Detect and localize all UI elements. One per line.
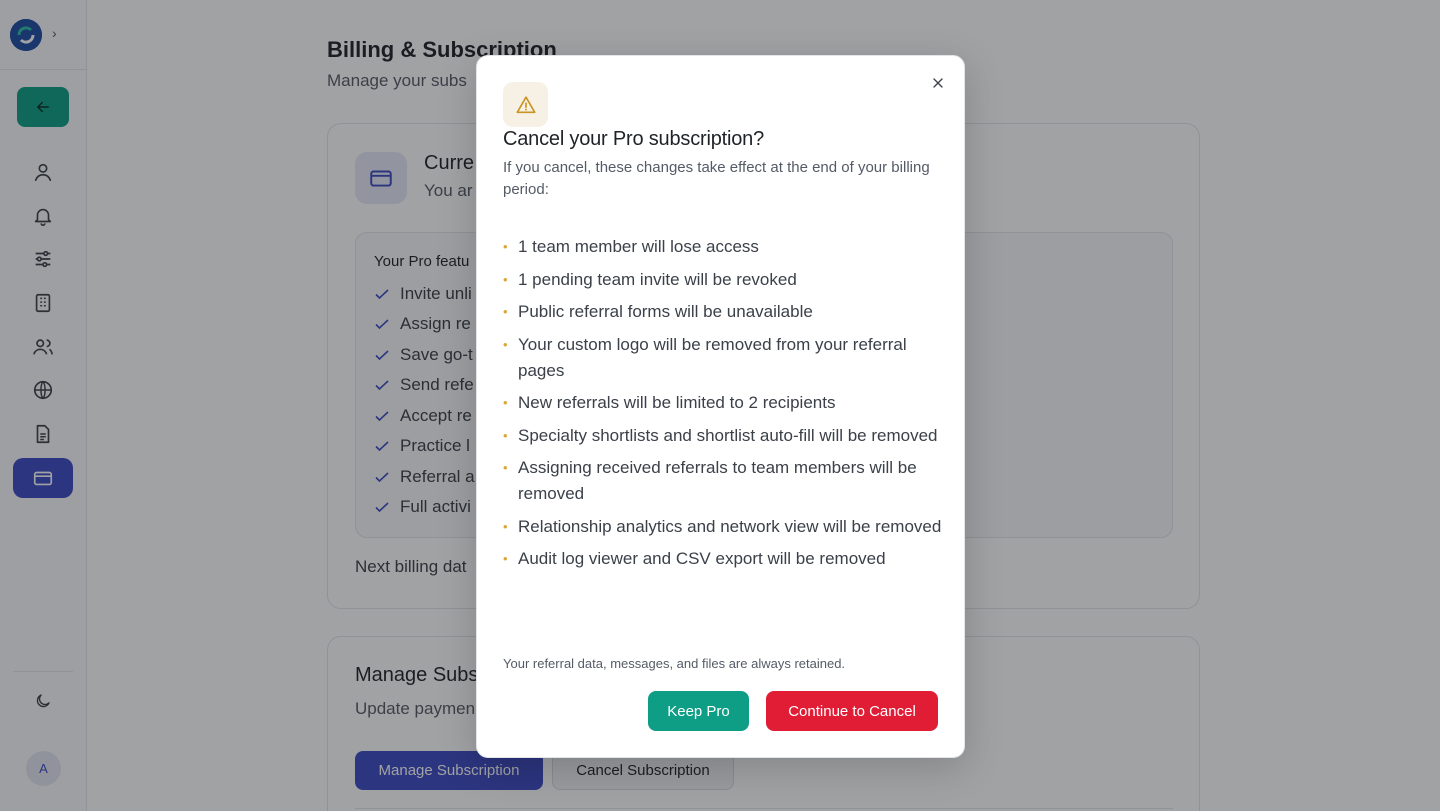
change-text: Your custom logo will be removed from yo… — [518, 334, 907, 380]
list-item: • Specialty shortlists and shortlist auto… — [503, 423, 943, 449]
dialog-title: Cancel your Pro subscription? — [503, 128, 764, 150]
bullet-icon: • — [503, 239, 508, 254]
change-text: Audit log viewer and CSV export will be … — [518, 549, 886, 568]
close-icon — [933, 78, 943, 88]
continue-to-cancel-button[interactable]: Continue to Cancel — [766, 691, 938, 731]
change-text: 1 team member will lose access — [518, 237, 759, 256]
bullet-icon: • — [503, 395, 508, 410]
list-item: • 1 team member will lose access — [503, 234, 943, 260]
bullet-icon: • — [503, 518, 508, 534]
changes-list: • 1 team member will lose access • 1 pendi… — [503, 234, 943, 579]
bullet-icon: • — [503, 271, 508, 287]
list-item: • Audit log viewer and CSV export will be… — [503, 546, 943, 572]
change-text: Assigning received referrals to team mem… — [518, 458, 917, 503]
bullet-icon: • — [503, 304, 508, 319]
change-text: Specialty shortlists and shortlist auto-… — [518, 425, 938, 445]
warning-icon — [515, 95, 536, 113]
change-text: Public referral forms will be unavailabl… — [518, 302, 813, 321]
keep-pro-button[interactable]: Keep Pro — [648, 691, 749, 731]
bullet-icon: • — [503, 427, 508, 443]
warning-icon-box — [503, 82, 548, 127]
retained-note: Your referral data, messages, and files … — [503, 656, 846, 671]
list-item: • New referrals will be limited to 2 reci… — [503, 390, 943, 416]
change-text: 1 pending team invite will be revoked — [518, 269, 797, 289]
list-item: • Public referral forms will be unavailab… — [503, 299, 943, 325]
change-text: New referrals will be limited to 2 recip… — [518, 393, 836, 412]
dialog-description: If you cancel, these changes take effect… — [503, 159, 930, 198]
list-item: • Your custom logo will be removed from y… — [503, 332, 943, 384]
bullet-icon: • — [503, 336, 508, 352]
list-item: • 1 pending team invite will be revoked — [503, 267, 943, 293]
bullet-icon: • — [503, 460, 508, 475]
list-item: • Assigning received referrals to team me… — [503, 455, 943, 507]
change-text: Relationship analytics and network view … — [518, 516, 942, 536]
list-item: • Relationship analytics and network view… — [503, 514, 943, 540]
close-button[interactable] — [925, 70, 951, 96]
cancel-subscription-dialog: Cancel your Pro subscription? If you can… — [476, 55, 965, 758]
bullet-icon: • — [503, 551, 508, 566]
